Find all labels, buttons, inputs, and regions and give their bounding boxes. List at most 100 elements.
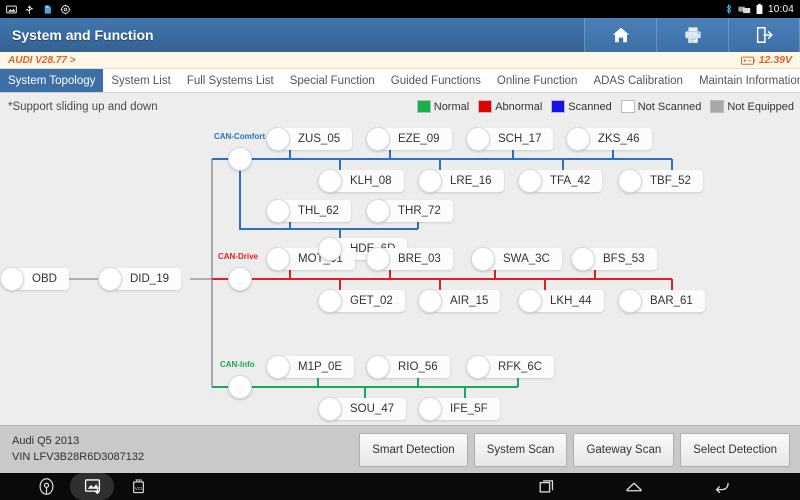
app-title-bar: System and Function xyxy=(0,18,800,52)
exit-button[interactable] xyxy=(728,18,800,52)
settings-icon xyxy=(60,4,71,14)
node-eze-09[interactable]: EZE_09 xyxy=(366,127,452,151)
node-label: LRE_16 xyxy=(434,170,504,192)
node-label: RIO_56 xyxy=(382,356,450,378)
node-rio-56[interactable]: RIO_56 xyxy=(366,355,450,379)
node-m1p-0e[interactable]: M1P_0E xyxy=(266,355,355,379)
node-klh-08[interactable]: KLH_08 xyxy=(318,169,404,193)
system-scan-button[interactable]: System Scan xyxy=(473,432,568,467)
vci-button[interactable]: VCI xyxy=(116,473,160,500)
bus-label-can-drive: CAN-Drive xyxy=(218,252,259,261)
node-label: GET_02 xyxy=(334,290,405,312)
node-label: TBF_52 xyxy=(634,170,703,192)
bus-node-can-drive[interactable] xyxy=(228,267,252,291)
sdcard-icon xyxy=(44,4,51,14)
action-buttons: Smart Detection System Scan Gateway Scan… xyxy=(359,432,800,467)
legend-item-not-equipped: Not Equipped xyxy=(710,100,794,113)
node-circle xyxy=(266,199,290,223)
vehicle-name: Audi Q5 2013 xyxy=(12,434,80,447)
node-circle xyxy=(98,267,122,291)
vehicle-info-bar: Audi Q5 2013 VIN LFV3B28R6D3087132 Smart… xyxy=(0,425,800,473)
node-sou-47[interactable]: SOU_47 xyxy=(318,397,407,421)
vehicle-version-strip: AUDI V28.77 > 12.39V xyxy=(0,52,800,69)
node-label: ZUS_05 xyxy=(282,128,353,150)
tab-full-systems-list[interactable]: Full Systems List xyxy=(179,69,282,92)
compass-icon xyxy=(39,478,53,495)
nav-bar-right xyxy=(524,473,800,500)
node-sch-17[interactable]: SCH_17 xyxy=(466,127,554,151)
node-zus-05[interactable]: ZUS_05 xyxy=(266,127,353,151)
node-zks-46[interactable]: ZKS_46 xyxy=(566,127,652,151)
tab-system-list[interactable]: System List xyxy=(103,69,178,92)
bus-node-can-comfort[interactable] xyxy=(228,147,252,171)
node-lre-16[interactable]: LRE_16 xyxy=(418,169,504,193)
node-bfs-53[interactable]: BFS_53 xyxy=(571,247,657,271)
home-icon xyxy=(626,482,642,491)
node-tbf-52[interactable]: TBF_52 xyxy=(618,169,703,193)
node-bar-61[interactable]: BAR_61 xyxy=(618,289,705,313)
node-circle xyxy=(0,267,24,291)
recents-button[interactable] xyxy=(524,473,568,500)
legend-label-normal: Normal xyxy=(433,100,470,113)
node-circle xyxy=(318,169,342,193)
svg-text:VCI: VCI xyxy=(134,486,141,491)
select-detection-button[interactable]: Select Detection xyxy=(680,432,790,467)
node-thl-62[interactable]: THL_62 xyxy=(266,199,351,223)
legend-swatch-abnormal xyxy=(478,100,493,113)
tab-system-topology[interactable]: System Topology xyxy=(0,69,104,92)
node-circle xyxy=(366,355,390,379)
node-circle xyxy=(618,289,642,313)
app-screen: 10:04 System and Function AUDI V28.77 > xyxy=(0,0,800,500)
node-circle xyxy=(266,247,290,271)
gateway-scan-button[interactable]: Gateway Scan xyxy=(573,432,675,467)
page-title: System and Function xyxy=(12,27,154,43)
tab-special-function[interactable]: Special Function xyxy=(282,69,383,92)
node-circle xyxy=(318,289,342,313)
home-button[interactable] xyxy=(612,473,656,500)
node-swa-3c[interactable]: SWA_3C xyxy=(471,247,562,271)
status-bar-right-icons: 10:04 xyxy=(724,3,800,15)
nav-bar-left: VCI xyxy=(0,473,160,500)
voltage-indicator: 12.39V xyxy=(740,54,800,66)
legend-swatch-scanned xyxy=(551,100,566,113)
node-circle xyxy=(266,127,290,151)
node-label: M1P_0E xyxy=(282,356,355,378)
compass-button[interactable] xyxy=(24,473,68,500)
node-label: AIR_15 xyxy=(434,290,501,312)
exit-icon xyxy=(756,27,773,43)
legend-label-not-equipped: Not Equipped xyxy=(727,100,794,113)
vehicle-version-label[interactable]: AUDI V28.77 > xyxy=(0,55,76,66)
node-thr-72[interactable]: THR_72 xyxy=(366,199,453,223)
node-bre-03[interactable]: BRE_03 xyxy=(366,247,453,271)
home-button[interactable] xyxy=(584,18,656,52)
node-circle xyxy=(366,247,390,271)
node-rfk-6c[interactable]: RFK_6C xyxy=(466,355,555,379)
vehicle-info: Audi Q5 2013 VIN LFV3B28R6D3087132 xyxy=(0,434,144,466)
tab-maintain-information[interactable]: Maintain Information xyxy=(691,69,800,92)
node-circle xyxy=(418,169,442,193)
node-obd[interactable]: OBD xyxy=(0,267,69,291)
back-icon xyxy=(715,482,729,493)
smart-detection-button[interactable]: Smart Detection xyxy=(359,432,468,467)
node-label: BRE_03 xyxy=(382,248,453,270)
status-legend: Normal Abnormal Scanned Not Scanned Not … xyxy=(416,100,794,113)
tab-guided-functions[interactable]: Guided Functions xyxy=(383,69,489,92)
node-tfa-42[interactable]: TFA_42 xyxy=(518,169,603,193)
node-circle xyxy=(266,355,290,379)
screenshot-button[interactable] xyxy=(70,473,114,500)
node-air-15[interactable]: AIR_15 xyxy=(418,289,501,313)
node-ife-5f[interactable]: IFE_5F xyxy=(418,397,500,421)
node-circle xyxy=(471,247,495,271)
print-button[interactable] xyxy=(656,18,728,52)
vci-icon: VCI xyxy=(132,479,144,494)
bus-node-can-info[interactable] xyxy=(228,375,252,399)
node-lkh-44[interactable]: LKH_44 xyxy=(518,289,604,313)
tab-online-function[interactable]: Online Function xyxy=(489,69,586,92)
tab-adas-calibration[interactable]: ADAS Calibration xyxy=(585,69,690,92)
screenshot-icon xyxy=(6,5,17,13)
node-circle xyxy=(366,199,390,223)
back-button[interactable] xyxy=(700,473,744,500)
node-get-02[interactable]: GET_02 xyxy=(318,289,405,313)
node-label: TFA_42 xyxy=(534,170,603,192)
node-did-19[interactable]: DID_19 xyxy=(98,267,181,291)
